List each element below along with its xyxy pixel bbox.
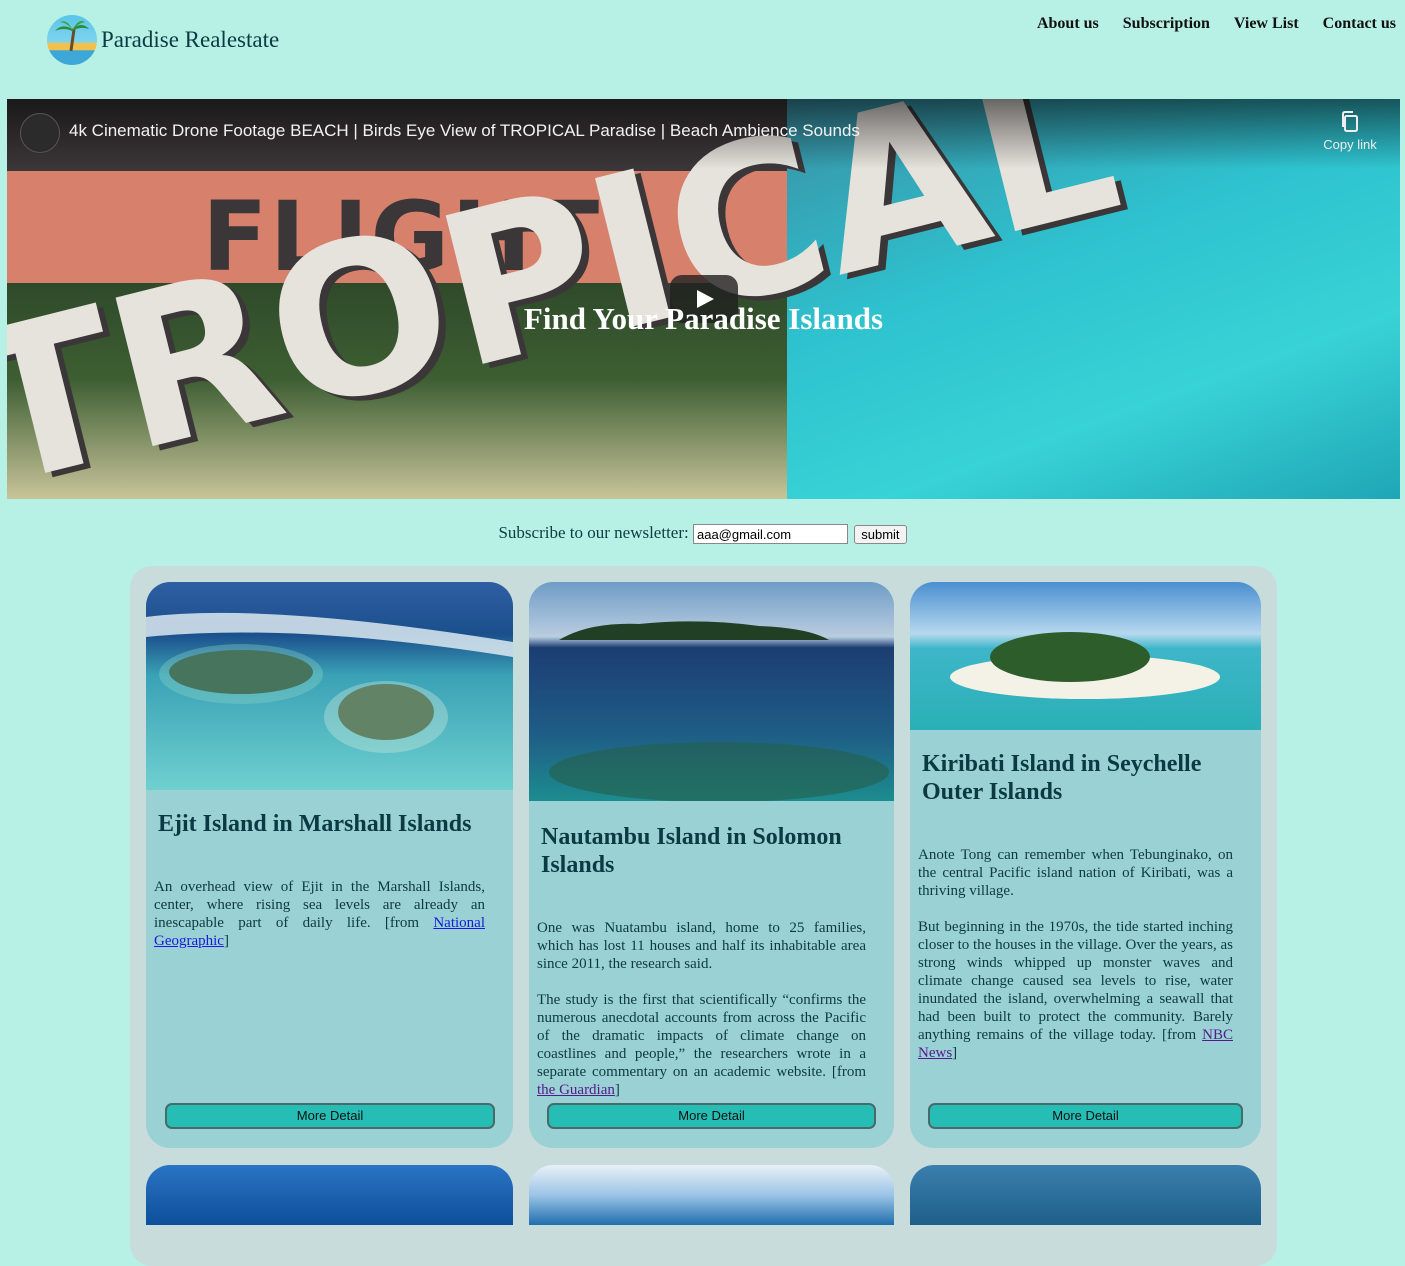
card-paragraph: The study is the first that scientifical… xyxy=(537,992,866,1080)
channel-avatar-icon[interactable] xyxy=(20,113,60,153)
card-description: An overhead view of Ejit in the Marshall… xyxy=(146,878,513,950)
more-detail-button[interactable]: More Detail xyxy=(165,1103,495,1129)
listing-card: Ejit Island in Marshall Islands An overh… xyxy=(146,582,513,1148)
card-title: Ejit Island in Marshall Islands xyxy=(158,811,472,837)
brand-logo-link[interactable]: Paradise Realestate xyxy=(47,15,279,65)
listing-card: Kiribati Island in Seychelle Outer Islan… xyxy=(910,582,1261,1148)
hero-video[interactable]: FLIGHT TROPICAL 4k Cinematic Drone Foota… xyxy=(7,99,1400,499)
card-description: One was Nuatambu island, home to 25 fami… xyxy=(529,919,894,1099)
listing-card: Nautambu Island in Solomon Islands One w… xyxy=(529,582,894,1148)
nav-subscription[interactable]: Subscription xyxy=(1123,15,1210,33)
island-photo-nautambu xyxy=(529,582,894,801)
video-title[interactable]: 4k Cinematic Drone Footage BEACH | Birds… xyxy=(69,121,860,141)
source-bracket: ] xyxy=(223,933,229,949)
source-bracket: ] xyxy=(614,1082,620,1098)
copy-icon xyxy=(1342,111,1358,132)
source-link[interactable]: the Guardian xyxy=(537,1082,615,1098)
main-nav: About us Subscription View List Contact … xyxy=(1037,15,1396,33)
card-title: Kiribati Island in Seychelle Outer Islan… xyxy=(922,751,1202,805)
island-photo-ejit xyxy=(146,582,513,790)
newsletter-label: Subscribe to our newsletter: xyxy=(498,523,689,542)
newsletter-submit-button[interactable]: submit xyxy=(854,524,907,544)
island-photo-kiribati xyxy=(910,582,1261,730)
nav-view-list[interactable]: View List xyxy=(1234,15,1299,33)
card-paragraph: But beginning in the 1970s, the tide sta… xyxy=(918,919,1233,1043)
nav-contact-us[interactable]: Contact us xyxy=(1323,15,1396,33)
copy-link-label: Copy link xyxy=(1323,137,1377,152)
newsletter-email-input[interactable] xyxy=(692,524,848,545)
newsletter-form: Subscribe to our newsletter: submit xyxy=(0,523,1405,545)
card-paragraph: Anote Tong can remember when Tebunginako… xyxy=(918,847,1233,899)
listing-card-preview xyxy=(146,1165,513,1225)
palm-island-logo-icon xyxy=(47,15,97,65)
copy-link-button[interactable]: Copy link xyxy=(1320,111,1380,152)
card-title: Nautambu Island in Solomon Islands xyxy=(541,824,842,878)
nav-about-us[interactable]: About us xyxy=(1037,15,1099,33)
hero-tagline: Find Your Paradise Islands xyxy=(523,301,884,336)
more-detail-button[interactable]: More Detail xyxy=(928,1103,1243,1129)
source-bracket: ] xyxy=(952,1045,958,1061)
brand-name: Paradise Realestate xyxy=(101,27,280,52)
listing-card-preview xyxy=(910,1165,1261,1225)
card-description: Anote Tong can remember when Tebunginako… xyxy=(910,846,1261,1062)
more-detail-button[interactable]: More Detail xyxy=(547,1103,876,1129)
card-paragraph: One was Nuatambu island, home to 25 fami… xyxy=(537,920,866,972)
listing-card-preview xyxy=(529,1165,894,1225)
